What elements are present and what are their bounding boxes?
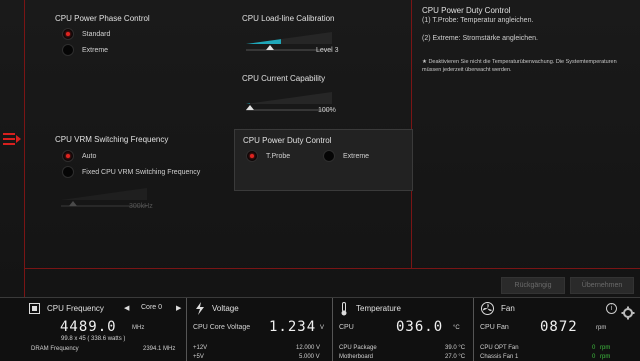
duty-extreme-radio[interactable]: Extreme	[323, 150, 369, 162]
chassis-fan-1-label: Chassis Fan 1	[480, 354, 519, 360]
current-title: CPU Current Capability	[242, 74, 326, 83]
core-voltage-label: CPU Core Voltage	[193, 324, 251, 331]
gear-icon[interactable]	[621, 306, 635, 320]
radio-label: Extreme	[343, 152, 370, 160]
core-prev-icon[interactable]: ◀	[124, 304, 134, 312]
core-voltage-unit: V	[320, 325, 325, 331]
cpu-frequency-unit: MHz	[132, 325, 145, 331]
loadline-value: Level 3	[316, 47, 339, 54]
v5-value: 5.000 V	[299, 354, 320, 360]
duty-control-title: CPU Power Duty Control	[243, 136, 332, 145]
vrm-slider-value: 300kHz	[129, 203, 153, 210]
vrm-title: CPU VRM Switching Frequency	[55, 135, 169, 144]
core-next-icon[interactable]: ▶	[176, 304, 186, 312]
help-title: CPU Power Duty Control	[422, 6, 511, 15]
help-note: ★ Deaktivieren Sie nicht die Temperaturü…	[422, 59, 617, 73]
cpu-chip-icon	[29, 303, 40, 314]
duty-tprobe-radio[interactable]: T.Probe	[246, 150, 290, 162]
fan-icon	[481, 302, 494, 315]
cpu-fan-label: CPU Fan	[480, 324, 509, 331]
motherboard-value: 27.0 °C	[445, 354, 466, 360]
radio-selected-icon	[246, 150, 258, 162]
cpu-ratio-detail: 99.8 x 45 ( 338.6 watts )	[61, 336, 126, 342]
v12-label: +12V	[193, 345, 208, 351]
lightning-icon	[196, 302, 204, 315]
voltage-panel: Voltage CPU Core Voltage 1.234 V +12V 12…	[187, 298, 333, 361]
core-voltage-value: 1.234	[269, 319, 317, 335]
radio-icon	[323, 150, 335, 162]
duty-control-box: CPU Power Duty Control T.Probe Extreme	[234, 129, 413, 191]
fan-title: Fan	[501, 304, 515, 313]
radio-selected-icon	[62, 150, 74, 162]
cpu-fan-value: 0872	[540, 319, 578, 335]
current-slider-graphic	[246, 92, 332, 111]
cpu-frequency-value: 4489.0	[60, 319, 117, 335]
left-strip	[0, 0, 25, 297]
radio-label: Extreme	[82, 46, 109, 54]
phase-control-title: CPU Power Phase Control	[55, 14, 150, 23]
radio-label: T.Probe	[266, 152, 291, 160]
current-value: 100%	[318, 107, 336, 114]
cpu-fan-unit: rpm	[596, 325, 607, 331]
menu-expand-icon[interactable]	[3, 133, 21, 145]
v12-value: 12.000 V	[296, 345, 321, 351]
thermometer-icon	[341, 302, 347, 316]
loadline-slider[interactable]: Level 3	[246, 30, 356, 56]
cpu-package-label: CPU Package	[339, 345, 377, 351]
vrm-slider-graphic	[61, 188, 147, 207]
dram-frequency-value: 2394.1 MHz	[143, 346, 176, 352]
fan-panel: Fan i CPU Fan 0872 rpm CPU OPT Fan 0 rpm…	[474, 298, 617, 361]
vrm-fixed-radio[interactable]: Fixed CPU VRM Switching Frequency	[62, 166, 200, 178]
info-icon[interactable]: i	[606, 303, 617, 314]
cpu-frequency-panel: CPU Frequency ◀ Core 0 ▶ 4489.0 MHz 99.8…	[25, 298, 187, 361]
temperature-title: Temperature	[356, 304, 401, 313]
cpu-temp-value: 036.0	[396, 319, 444, 335]
vrm-frequency-slider: 300kHz	[61, 186, 171, 212]
settings-content: CPU Power Phase Control Standard Extreme…	[25, 0, 413, 268]
loadline-slider-graphic	[246, 32, 332, 51]
help-line-1: (1) T.Probe: Temperatur angleichen.	[422, 17, 534, 24]
cpu-package-value: 39.0 °C	[445, 345, 466, 351]
cpu-opt-fan-label: CPU OPT Fan	[480, 345, 519, 351]
help-line-2: (2) Extreme: Stromstärke angleichen.	[422, 35, 538, 42]
current-slider[interactable]: 100%	[246, 90, 356, 116]
radio-label: Standard	[82, 30, 111, 38]
radio-label: Fixed CPU VRM Switching Frequency	[82, 168, 201, 176]
voltage-title: Voltage	[212, 304, 239, 313]
cpu-opt-fan-unit: rpm	[600, 345, 611, 351]
temperature-panel: Temperature CPU 036.0 °C CPU Package 39.…	[333, 298, 474, 361]
help-panel: CPU Power Duty Control (1) T.Probe: Temp…	[412, 0, 640, 268]
v5-label: +5V	[193, 354, 204, 360]
phase-extreme-radio[interactable]: Extreme	[62, 44, 108, 56]
motherboard-label: Motherboard	[339, 354, 374, 360]
action-bar: Rückgängig Übernehmen	[25, 268, 640, 298]
radio-icon	[62, 44, 74, 56]
radio-label: Auto	[82, 152, 97, 160]
radio-selected-icon	[62, 28, 74, 40]
cpu-temp-label: CPU	[339, 324, 354, 331]
cpu-frequency-title: CPU Frequency	[47, 304, 104, 313]
dram-frequency-label: DRAM Frequency	[31, 346, 79, 352]
undo-button[interactable]: Rückgängig	[501, 277, 565, 294]
hardware-monitor: CPU Frequency ◀ Core 0 ▶ 4489.0 MHz 99.8…	[0, 297, 640, 361]
cpu-temp-unit: °C	[453, 325, 460, 331]
chassis-fan-1-unit: rpm	[600, 354, 611, 360]
radio-icon	[62, 166, 74, 178]
core-selector: Core 0	[141, 304, 163, 311]
apply-button[interactable]: Übernehmen	[570, 277, 634, 294]
loadline-title: CPU Load-line Calibration	[242, 14, 335, 23]
vrm-auto-radio[interactable]: Auto	[62, 150, 96, 162]
main-panel: CPU Power Phase Control Standard Extreme…	[0, 0, 640, 297]
cpu-opt-fan-value: 0	[592, 345, 596, 351]
phase-standard-radio[interactable]: Standard	[62, 28, 110, 40]
chassis-fan-1-value: 0	[592, 354, 596, 360]
